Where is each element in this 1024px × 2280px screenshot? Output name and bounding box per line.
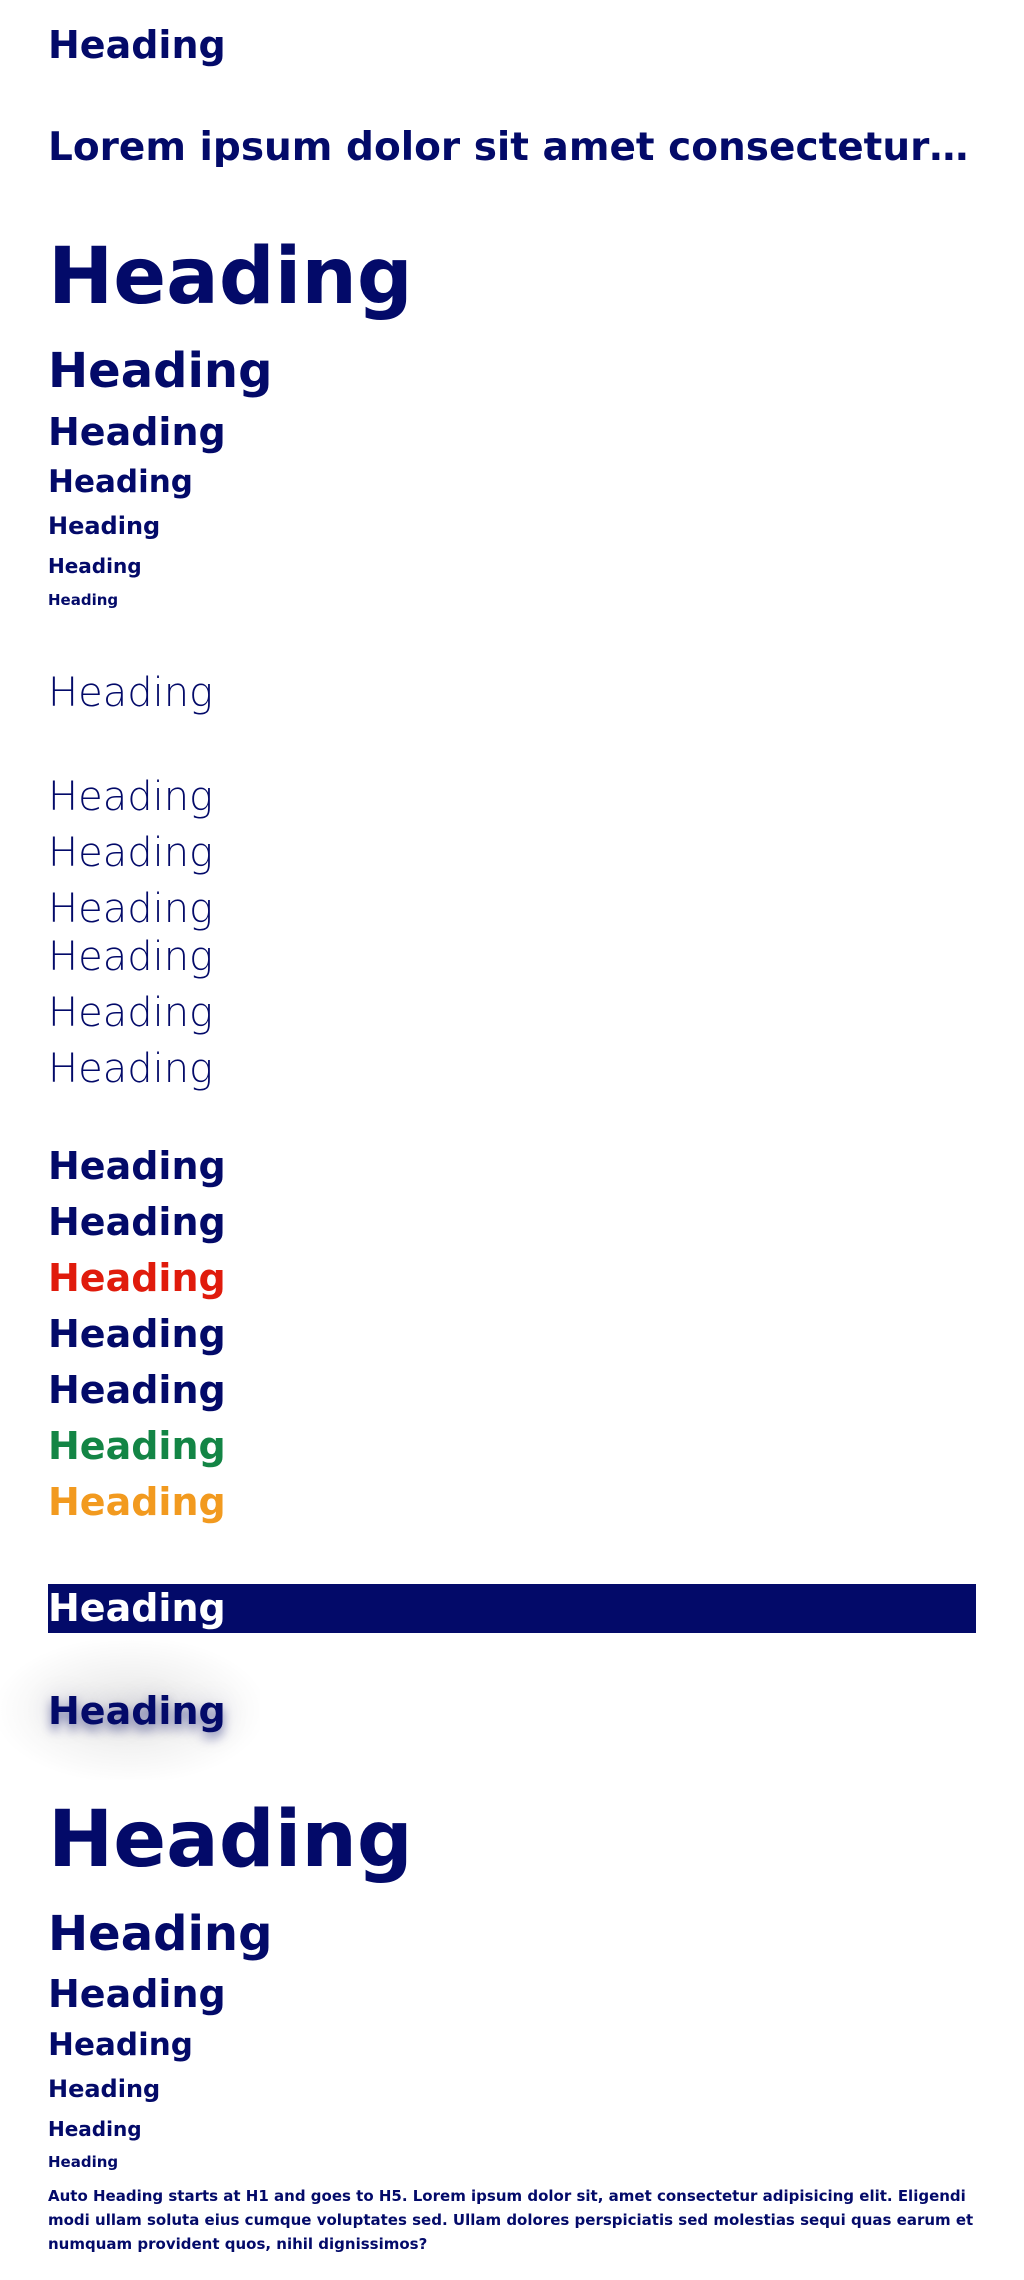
- heading-light-5: Heading: [48, 990, 214, 1036]
- heading-bold-h3: Heading: [48, 410, 226, 454]
- heading-auto-h6: Heading: [48, 2117, 142, 2141]
- heading-long-title: Lorem ipsum dolor sit amet consectetur a…: [48, 128, 978, 167]
- heading-top: Heading: [48, 23, 226, 67]
- heading-color-primary-3: Heading: [48, 1312, 226, 1356]
- auto-heading-paragraph: Auto Heading starts at H1 and goes to H5…: [48, 2187, 974, 2253]
- heading-auto-h3: Heading: [48, 1972, 226, 2016]
- heading-color-primary-4: Heading: [48, 1368, 226, 1412]
- heading-shadow: Heading: [48, 1689, 226, 1733]
- heading-auto-small: Heading: [48, 2153, 119, 2171]
- heading-light-6: Heading: [48, 1046, 214, 1092]
- heading-light-3: Heading: [48, 886, 214, 932]
- heading-light-single: Heading: [48, 670, 214, 716]
- heading-bold-small: Heading: [48, 591, 119, 609]
- heading-auto-h5: Heading: [48, 2075, 161, 2103]
- heading-banner: Heading: [48, 1586, 226, 1630]
- heading-color-green: Heading: [48, 1424, 226, 1468]
- heading-bold-h5: Heading: [48, 512, 161, 540]
- heading-bold-h4: Heading: [48, 464, 193, 500]
- heading-light-2: Heading: [48, 830, 214, 876]
- heading-color-primary-1: Heading: [48, 1144, 226, 1188]
- heading-light-4: Heading: [48, 934, 214, 980]
- heading-auto-h4: Heading: [48, 2027, 193, 2063]
- heading-color-red: Heading: [48, 1256, 226, 1300]
- heading-bold-h1: Heading: [48, 232, 413, 322]
- heading-bold-h6: Heading: [48, 554, 142, 578]
- heading-auto-h2: Heading: [48, 1906, 273, 1962]
- heading-color-orange: Heading: [48, 1480, 226, 1524]
- heading-light-1: Heading: [48, 774, 214, 820]
- heading-auto-h1: Heading: [48, 1795, 413, 1885]
- heading-color-primary-2: Heading: [48, 1200, 226, 1244]
- heading-bold-h2: Heading: [48, 343, 273, 399]
